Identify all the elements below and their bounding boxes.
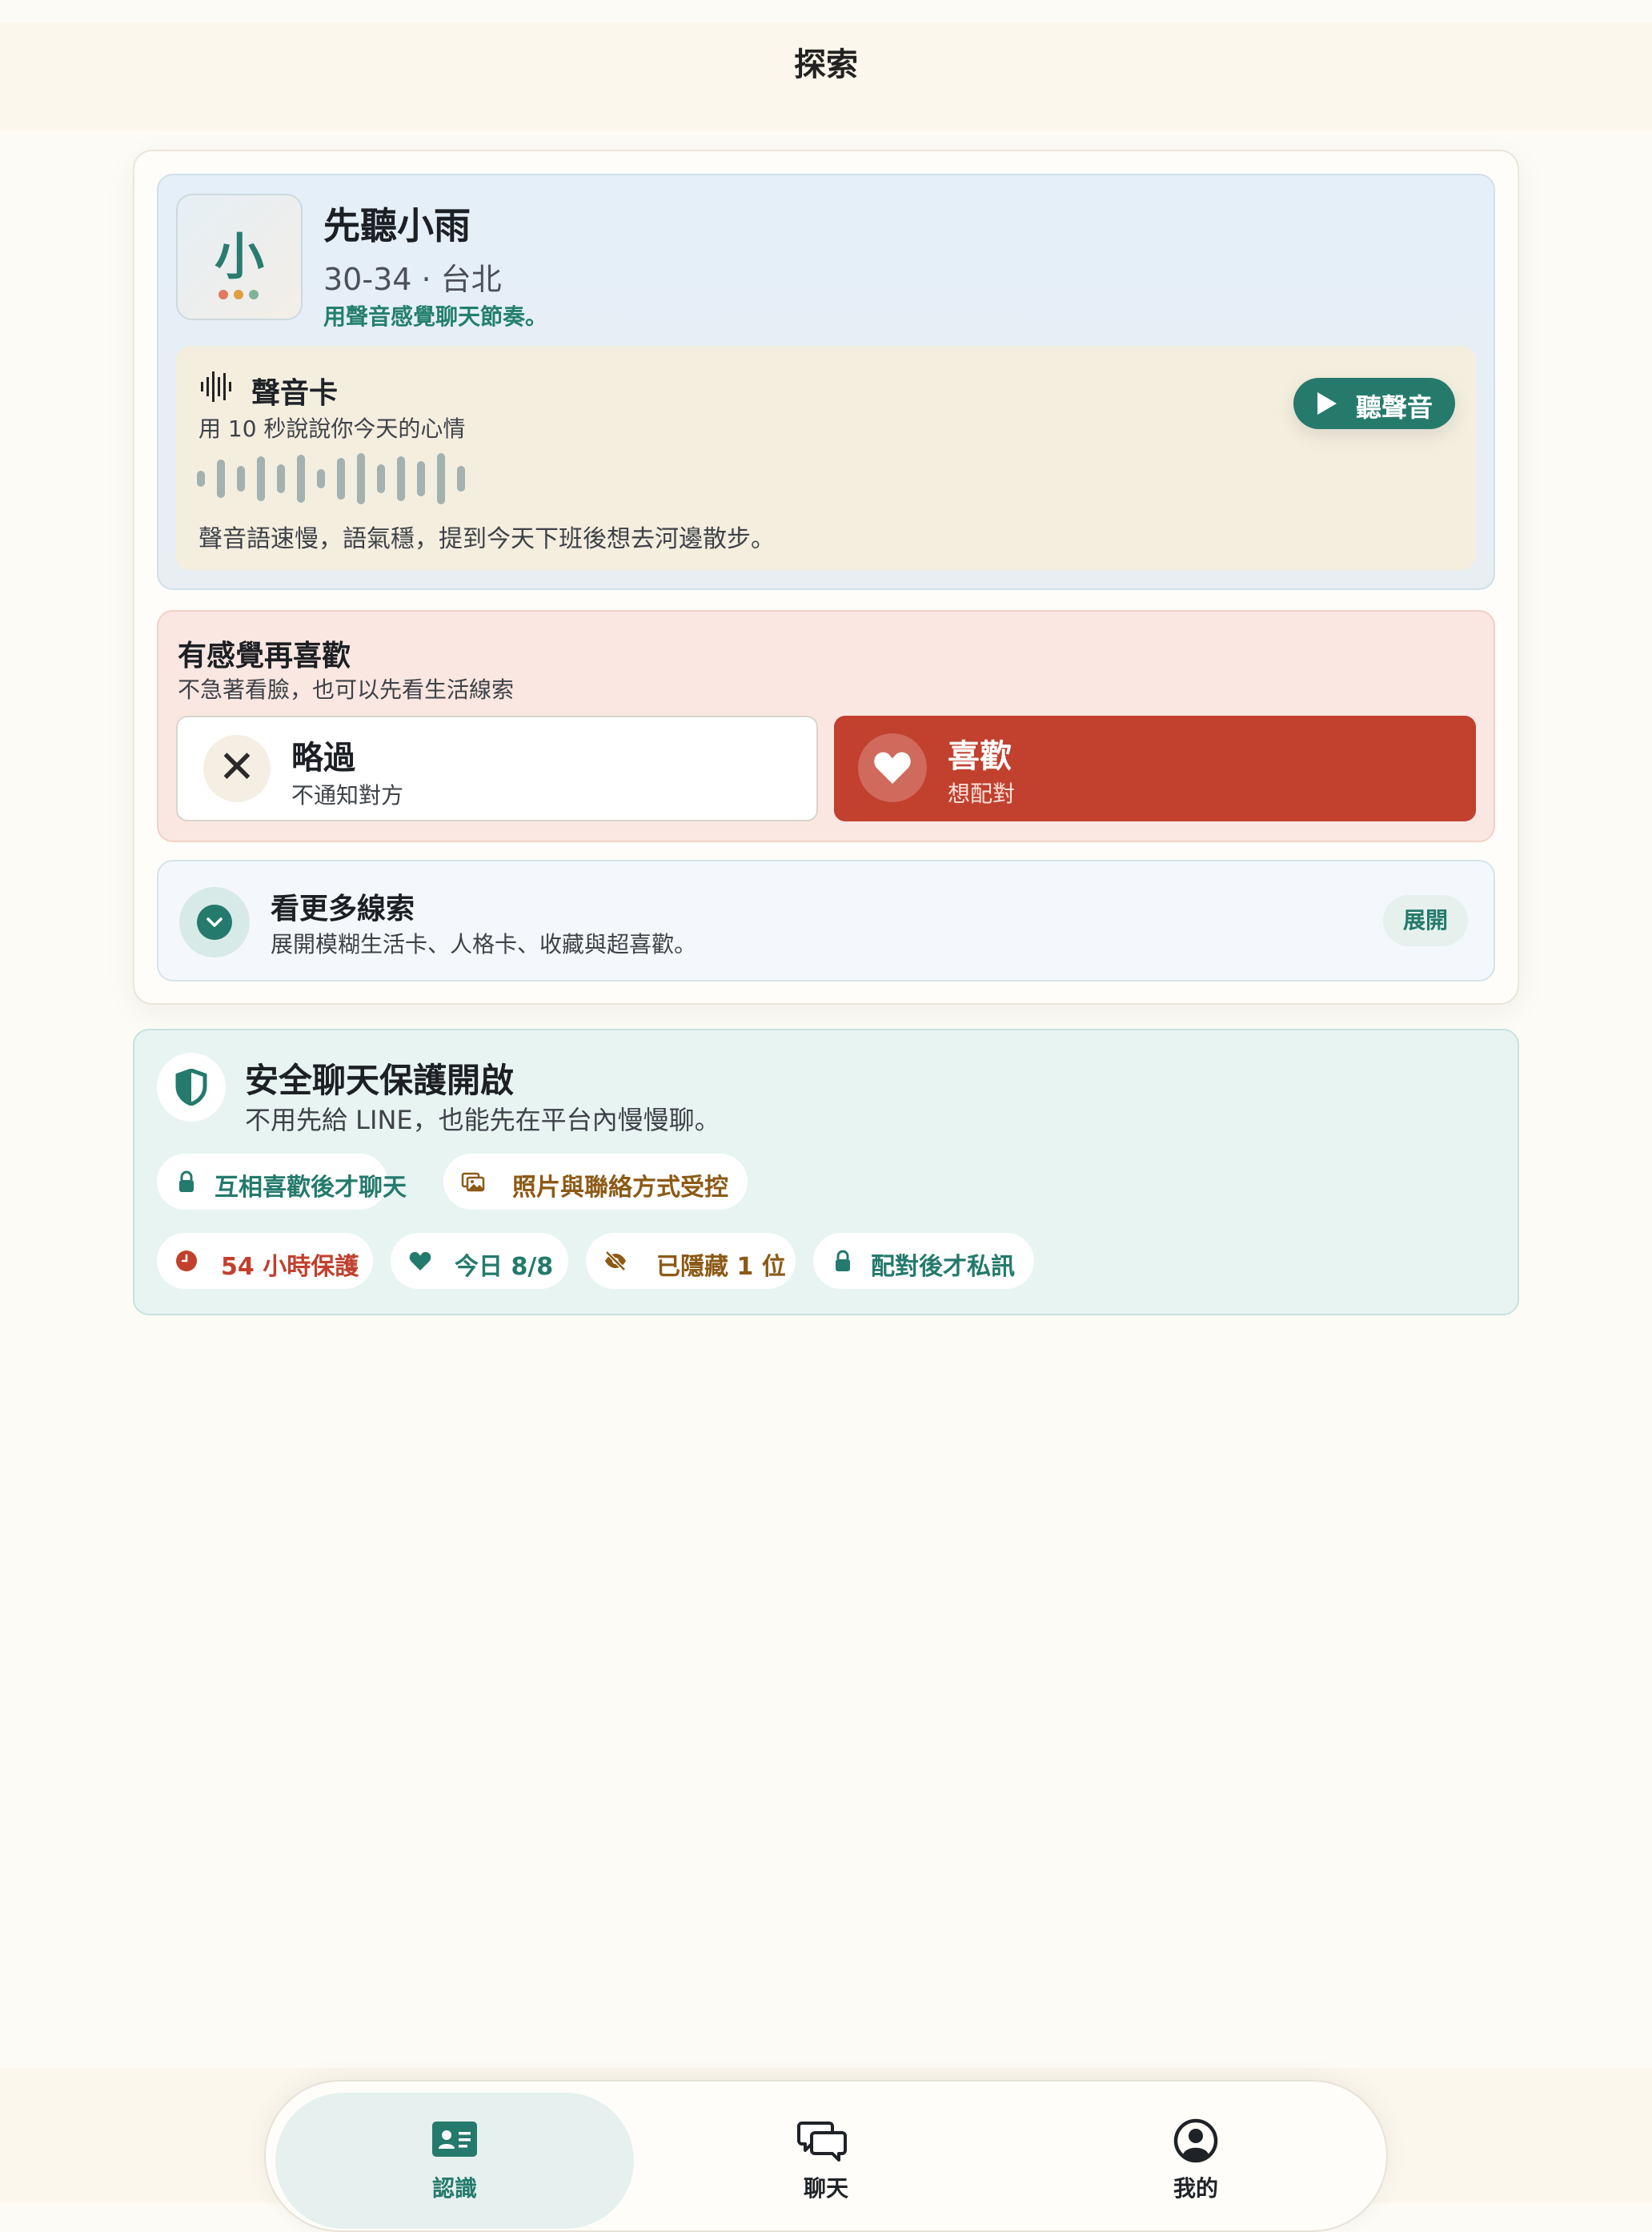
nav-item-discover[interactable]: 認識: [375, 2171, 535, 2203]
profile-card-icon[interactable]: [429, 2117, 480, 2165]
pill-mutual-like: 互相喜歡後才聊天: [157, 1154, 407, 1210]
expand-button[interactable]: 展開: [1383, 895, 1468, 946]
like-label: 喜歡: [948, 738, 1012, 775]
pill-label: 配對後才私訊: [871, 1253, 1015, 1281]
pill-label: 已隱藏 1 位: [656, 1253, 786, 1281]
close-icon: ✕: [203, 735, 271, 802]
skip-sublabel: 不通知對方: [291, 782, 404, 809]
nav-item-me[interactable]: 我的: [1116, 2171, 1276, 2203]
skip-label: 略過: [291, 740, 355, 777]
status-dot: [234, 290, 243, 299]
status-dot: [219, 290, 228, 299]
play-voice-button[interactable]: 聽聲音: [1293, 378, 1455, 429]
more-clues-subtitle: 展開模糊生活卡、人格卡、收藏與超喜歡。: [271, 931, 697, 957]
eye-off-icon: [605, 1250, 626, 1271]
page-title: 探索: [794, 46, 858, 83]
pill-label: 54 小時保護: [221, 1253, 359, 1281]
pill-protection-hours: 54 小時保護: [157, 1233, 373, 1289]
play-icon: [1317, 392, 1337, 415]
voice-card-title: 聲音卡: [251, 377, 339, 410]
profile-tagline: 用聲音感覺聊天節奏。: [323, 303, 548, 330]
heart-icon: [858, 733, 927, 802]
lock-icon: [836, 1250, 850, 1271]
voice-card-description: 聲音語速慢，語氣穩，提到今天下班後想去河邊散步。: [198, 525, 775, 553]
voice-card-prompt: 用 10 秒說說你今天的心情: [198, 415, 466, 442]
like-button[interactable]: 喜歡 想配對: [834, 716, 1476, 821]
decision-subtitle: 不急著看臉，也可以先看生活線索: [178, 676, 515, 703]
like-sublabel: 想配對: [948, 781, 1016, 807]
profile-name: 先聽小雨: [323, 204, 471, 247]
pill-hidden-count: 已隱藏 1 位: [586, 1233, 796, 1289]
profile-meta: 30-34 · 台北: [323, 262, 502, 297]
safety-title: 安全聊天保護開啟: [245, 1061, 515, 1100]
avatar-initial: 小: [214, 227, 264, 286]
pill-label: 照片與聯絡方式受控: [512, 1174, 728, 1202]
safety-subtitle: 不用先給 LINE，也能先在平台內慢慢聊。: [245, 1105, 720, 1135]
nav-item-chat[interactable]: 聊天: [746, 2171, 906, 2203]
pill-private-message: 配對後才私訊: [813, 1233, 1034, 1289]
skip-button[interactable]: ✕ 略過 不通知對方: [176, 716, 818, 821]
voice-waveform: [197, 453, 465, 504]
chevron-down-icon: [179, 887, 250, 957]
user-circle-icon[interactable]: [1170, 2117, 1221, 2165]
pill-label: 今日 8/8: [455, 1253, 554, 1281]
lock-icon: [179, 1170, 194, 1192]
photos-icon: [461, 1172, 485, 1192]
clock-icon: [176, 1250, 197, 1271]
heart-icon: [409, 1251, 431, 1271]
status-dot: [249, 290, 259, 299]
play-voice-label: 聽聲音: [1356, 392, 1433, 423]
waveform-icon: [201, 371, 231, 402]
pill-daily-quota: 今日 8/8: [391, 1233, 568, 1289]
more-clues-title: 看更多線索: [271, 893, 415, 925]
decision-title: 有感覺再喜歡: [178, 640, 351, 672]
shield-icon: [157, 1053, 226, 1122]
pill-label: 互相喜歡後才聊天: [215, 1174, 407, 1202]
pill-photo-control: 照片與聯絡方式受控: [443, 1154, 748, 1210]
chat-bubbles-icon[interactable]: [797, 2117, 848, 2165]
